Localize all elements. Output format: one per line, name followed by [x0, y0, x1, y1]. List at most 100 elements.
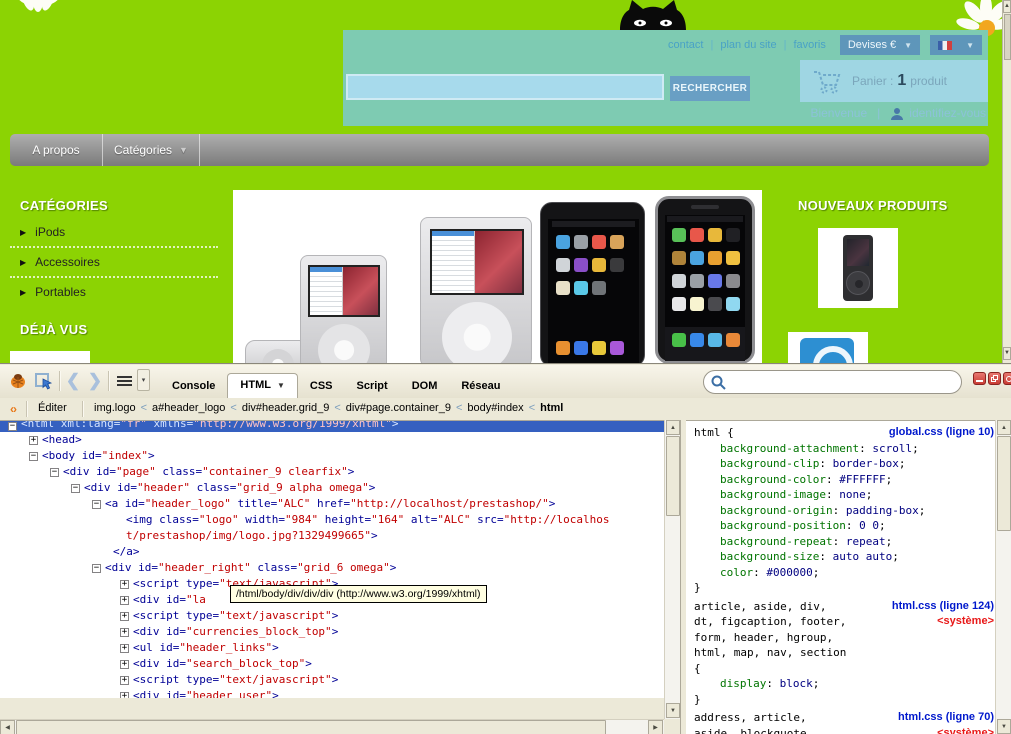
css-property[interactable]: display: block; — [694, 676, 994, 692]
scrollbar-thumb[interactable] — [666, 436, 680, 516]
nav-tab-a-propos[interactable]: A propos — [10, 134, 103, 166]
twisty-expand-icon[interactable]: + — [120, 628, 129, 637]
login-link[interactable]: identifiez-vous — [909, 106, 986, 120]
css-property[interactable]: background-repeat: repeat; — [694, 534, 994, 550]
twisty-expand-icon[interactable]: + — [29, 436, 38, 445]
cart-summary[interactable]: Panier : 1 produit — [800, 60, 988, 102]
twisty-expand-icon[interactable]: + — [120, 660, 129, 669]
tab-html[interactable]: HTML ▼ — [227, 373, 298, 398]
toolbar-dropdown-button[interactable]: ▾ — [137, 369, 150, 391]
tree-row[interactable]: − <div id="header_right" class="grid_6 om… — [0, 560, 680, 576]
css-property[interactable]: background-color: #FFFFFF; — [694, 472, 994, 488]
tab-css[interactable]: CSS — [298, 375, 345, 398]
breadcrumb-item[interactable]: div#page.container_9 — [346, 402, 451, 414]
css-file-link[interactable]: global.css (ligne 10) — [889, 425, 994, 441]
twisty-expand-icon[interactable]: + — [120, 676, 129, 685]
twisty-collapse-icon[interactable]: − — [29, 452, 38, 461]
detach-window-button[interactable] — [988, 372, 1001, 385]
currency-dropdown[interactable]: Devises € ▼ — [839, 35, 921, 55]
scroll-up-button[interactable]: ▲ — [1003, 0, 1011, 13]
product-box-shuffle[interactable] — [788, 332, 868, 363]
css-selector[interactable]: { — [694, 661, 994, 677]
breadcrumb-item[interactable]: body#index — [467, 402, 523, 414]
tab-console[interactable]: Console — [160, 375, 227, 398]
breadcrumb-item[interactable]: a#header_logo — [152, 402, 225, 414]
tree-row[interactable]: + <script type="text/javascript"> — [0, 608, 680, 624]
tab-dom[interactable]: DOM — [400, 375, 450, 398]
tree-row[interactable]: + <ul id="header_links"> — [0, 640, 680, 656]
twisty-expand-icon[interactable]: + — [120, 596, 129, 605]
tree-row[interactable]: + <div id="currencies_block_top"> — [0, 624, 680, 640]
css-file-link[interactable]: html.css (ligne 70) — [898, 710, 994, 726]
site-search-button[interactable]: RECHERCHER — [670, 76, 750, 101]
panel-list-button[interactable] — [113, 369, 135, 393]
breadcrumb-item[interactable]: html — [540, 402, 563, 414]
scroll-left-button[interactable]: ◀ — [0, 720, 15, 734]
firebug-menu-button[interactable] — [6, 369, 30, 393]
new-product-box[interactable] — [818, 228, 898, 308]
css-property[interactable]: background-position: 0 0; — [694, 518, 994, 534]
scroll-right-button[interactable]: ▶ — [648, 720, 663, 734]
header-link-favoris[interactable]: favoris — [793, 39, 825, 51]
minimize-button[interactable] — [973, 372, 986, 385]
viewed-product-box[interactable] — [10, 351, 90, 363]
scrollbar-thumb[interactable] — [1004, 14, 1011, 60]
tree-row[interactable]: − <body id="index"> — [0, 448, 680, 464]
nav-tab-catégories[interactable]: Catégories ▼ — [103, 134, 200, 166]
scroll-down-button[interactable]: ▼ — [1003, 347, 1011, 360]
css-property[interactable]: background-image: none; — [694, 487, 994, 503]
tree-row[interactable]: − <html xml:lang="fr" xmlns="http://www.w… — [0, 421, 680, 432]
twisty-collapse-icon[interactable]: − — [92, 500, 101, 509]
css-property[interactable]: background-origin: padding-box; — [694, 503, 994, 519]
back-button[interactable]: ❮ — [63, 369, 83, 393]
forward-button[interactable]: ❯ — [85, 369, 105, 393]
css-property[interactable]: background-attachment: scroll; — [694, 441, 994, 457]
css-selector[interactable]: html, map, nav, section — [694, 645, 994, 661]
tab-script[interactable]: Script — [345, 375, 400, 398]
scroll-up-button[interactable]: ▲ — [997, 420, 1011, 435]
css-selector[interactable]: form, header, hgroup, — [694, 630, 994, 646]
inspect-button[interactable] — [32, 369, 56, 393]
style-vertical-scrollbar[interactable]: ▲ ▼ — [995, 420, 1011, 734]
twisty-collapse-icon[interactable]: − — [50, 468, 59, 477]
scrollbar-thumb[interactable] — [997, 436, 1011, 531]
slider-image[interactable] — [233, 190, 762, 363]
sidebar-item-portables[interactable]: ▶ Portables — [10, 278, 218, 306]
twisty-collapse-icon[interactable]: − — [92, 564, 101, 573]
breadcrumb-item[interactable]: img.logo — [94, 402, 136, 414]
tree-row[interactable]: </a> — [0, 544, 680, 560]
tree-horizontal-scrollbar[interactable]: ◀ ▶ — [0, 719, 664, 734]
tree-vertical-scrollbar[interactable]: ▲ ▼ — [664, 420, 680, 719]
deactivate-button[interactable] — [1003, 372, 1011, 385]
breadcrumb-item[interactable]: div#header.grid_9 — [242, 402, 329, 414]
tree-row[interactable]: + <div id="search_block_top"> — [0, 656, 680, 672]
tree-row[interactable]: + <head> — [0, 432, 680, 448]
css-property[interactable]: background-clip: border-box; — [694, 456, 994, 472]
tab-réseau[interactable]: Réseau — [449, 375, 512, 398]
tree-row[interactable]: <img class="logo" width="984" height="16… — [0, 512, 680, 528]
scrollbar-thumb[interactable] — [16, 720, 606, 734]
twisty-collapse-icon[interactable]: − — [8, 422, 17, 431]
css-property[interactable]: background-size: auto auto; — [694, 549, 994, 565]
css-file-link[interactable]: html.css (ligne 124) — [892, 599, 994, 615]
scroll-up-button[interactable]: ▲ — [666, 420, 680, 435]
edit-button[interactable]: Éditer — [38, 402, 67, 414]
twisty-expand-icon[interactable]: + — [120, 644, 129, 653]
page-scrollbar[interactable]: ▲ ▼ — [1002, 0, 1011, 363]
twisty-expand-icon[interactable]: + — [120, 580, 129, 589]
tree-row[interactable]: − <div id="header" class="grid_9 alpha om… — [0, 480, 680, 496]
tree-row[interactable]: + <div id="header_user"> — [0, 688, 680, 698]
twisty-expand-icon[interactable]: + — [120, 612, 129, 621]
code-edit-icon[interactable]: ‹› — [4, 400, 22, 418]
sidebar-item-accessoires[interactable]: ▶ Accessoires — [10, 248, 218, 278]
header-link-contact[interactable]: contact — [668, 39, 703, 51]
twisty-collapse-icon[interactable]: − — [71, 484, 80, 493]
scroll-down-button[interactable]: ▼ — [997, 719, 1011, 734]
css-property[interactable]: color: #000000; — [694, 565, 994, 581]
site-search-input[interactable] — [346, 74, 664, 100]
language-dropdown[interactable]: ▼ — [930, 35, 982, 55]
header-link-plan-du-site[interactable]: plan du site — [720, 39, 776, 51]
scroll-down-button[interactable]: ▼ — [666, 703, 680, 718]
tree-row[interactable]: t/prestashop/img/logo.jpg?1329499665"> — [0, 528, 680, 544]
sidebar-item-ipods[interactable]: ▶ iPods — [10, 218, 218, 248]
